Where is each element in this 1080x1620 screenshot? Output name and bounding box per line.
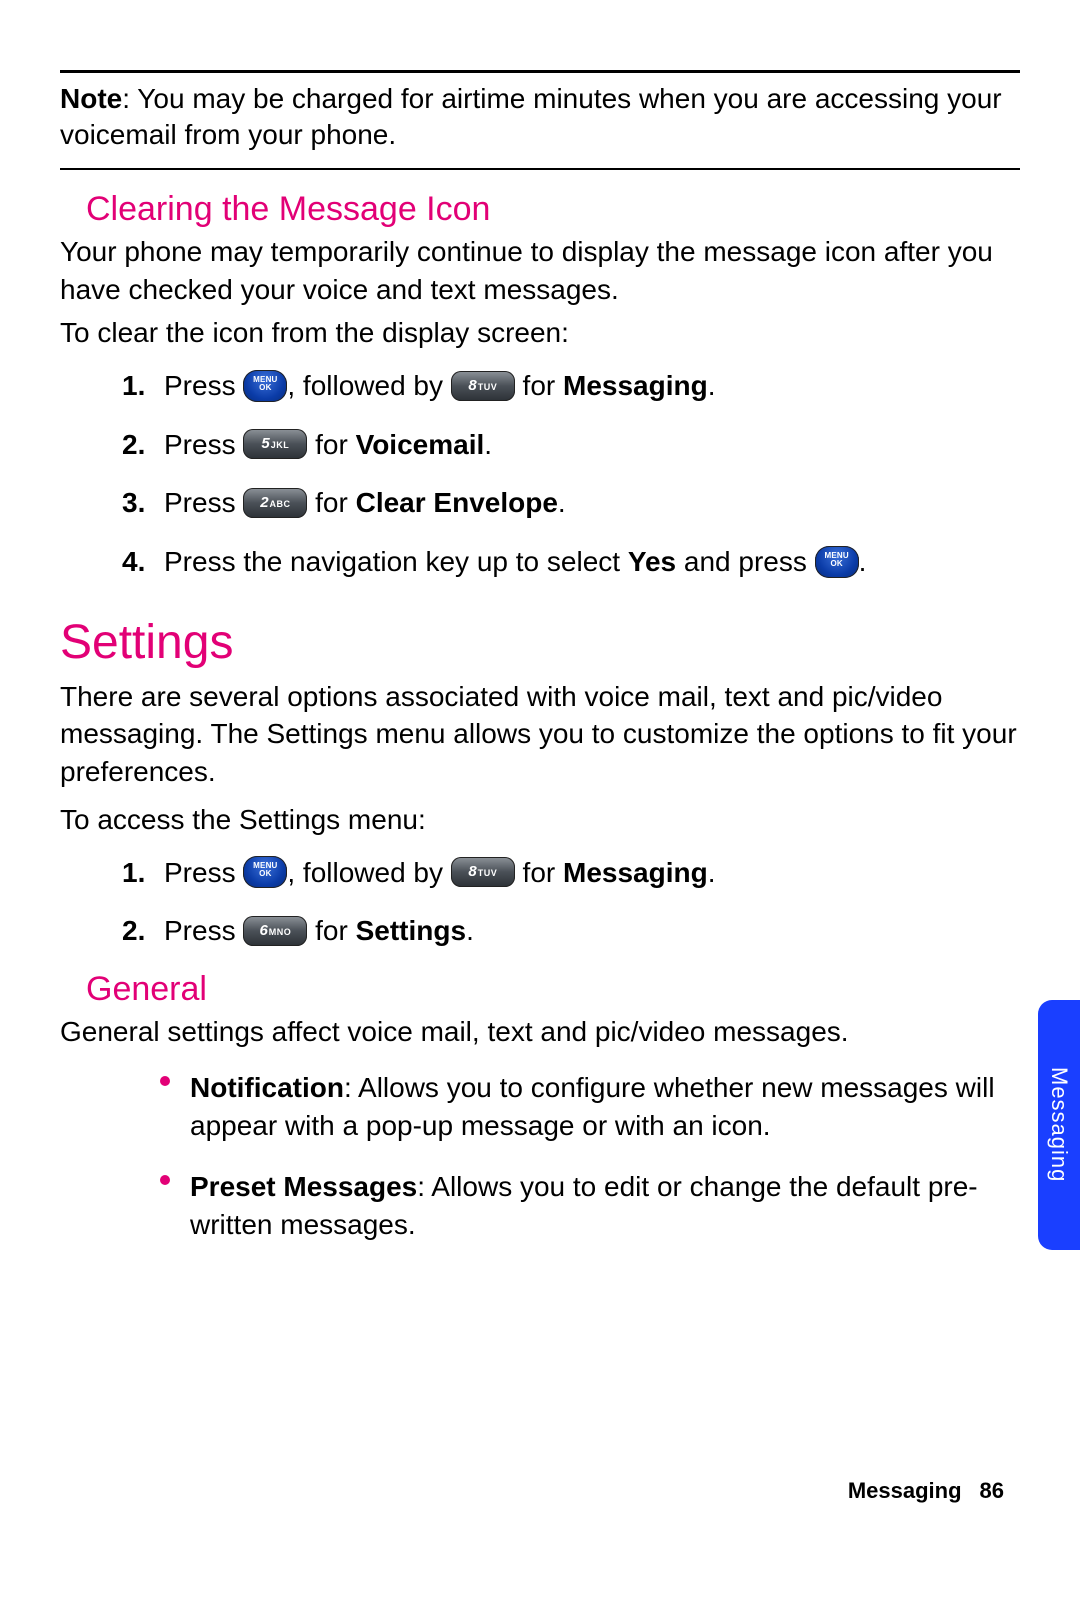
key-8-icon: 8TUV xyxy=(451,857,515,887)
key-5-icon: 5JKL xyxy=(243,429,307,459)
heading-general: General xyxy=(86,970,1020,1009)
side-tab-messaging: Messaging xyxy=(1038,1000,1080,1250)
bullet-dot-icon xyxy=(160,1175,170,1185)
key-6-icon: 6MNO xyxy=(243,916,307,946)
key-8-icon: 8TUV xyxy=(451,371,515,401)
heading-clearing: Clearing the Message Icon xyxy=(86,190,1020,229)
general-bullets: Notification: Allows you to configure wh… xyxy=(60,1069,1020,1244)
menu-ok-key-icon: MENUOK xyxy=(243,370,287,402)
clearing-step-2: 2. Press 5JKL for Voicemail. xyxy=(60,425,1020,466)
clearing-para2: To clear the icon from the display scree… xyxy=(60,314,1020,352)
note-paragraph: Note: You may be charged for airtime min… xyxy=(60,81,1020,154)
clearing-step-3: 3. Press 2ABC for Clear Envelope. xyxy=(60,483,1020,524)
step-number: 2. xyxy=(122,425,145,466)
clearing-step-4: 4. Press the navigation key up to select… xyxy=(60,542,1020,583)
rule-top xyxy=(60,70,1020,73)
step-number: 3. xyxy=(122,483,145,524)
settings-step-1: 1. Press MENUOK, followed by 8TUV for Me… xyxy=(60,853,1020,894)
bullet-preset-messages: Preset Messages: Allows you to edit or c… xyxy=(60,1168,1020,1244)
step-number: 1. xyxy=(122,366,145,407)
step-number: 4. xyxy=(122,542,145,583)
general-para: General settings affect voice mail, text… xyxy=(60,1013,1020,1051)
note-label: Note xyxy=(60,83,122,114)
settings-para1: There are several options associated wit… xyxy=(60,678,1020,791)
step-number: 2. xyxy=(122,911,145,952)
bullet-notification: Notification: Allows you to configure wh… xyxy=(60,1069,1020,1145)
footer-page-number: 86 xyxy=(980,1478,1004,1503)
settings-steps: 1. Press MENUOK, followed by 8TUV for Me… xyxy=(60,853,1020,952)
clearing-para1: Your phone may temporarily continue to d… xyxy=(60,233,1020,309)
note-text: : You may be charged for airtime minutes… xyxy=(60,83,1002,150)
rule-bottom xyxy=(60,168,1020,170)
footer-section: Messaging xyxy=(848,1478,962,1503)
clearing-steps: 1. Press MENUOK, followed by 8TUV for Me… xyxy=(60,366,1020,582)
settings-step-2: 2. Press 6MNO for Settings. xyxy=(60,911,1020,952)
menu-ok-key-icon: MENUOK xyxy=(815,546,859,578)
clearing-step-1: 1. Press MENUOK, followed by 8TUV for Me… xyxy=(60,366,1020,407)
key-2-icon: 2ABC xyxy=(243,488,307,518)
step-number: 1. xyxy=(122,853,145,894)
menu-ok-key-icon: MENUOK xyxy=(243,856,287,888)
page-footer: Messaging 86 xyxy=(848,1478,1004,1504)
heading-settings: Settings xyxy=(60,615,1020,670)
bullet-dot-icon xyxy=(160,1076,170,1086)
settings-para2: To access the Settings menu: xyxy=(60,801,1020,839)
